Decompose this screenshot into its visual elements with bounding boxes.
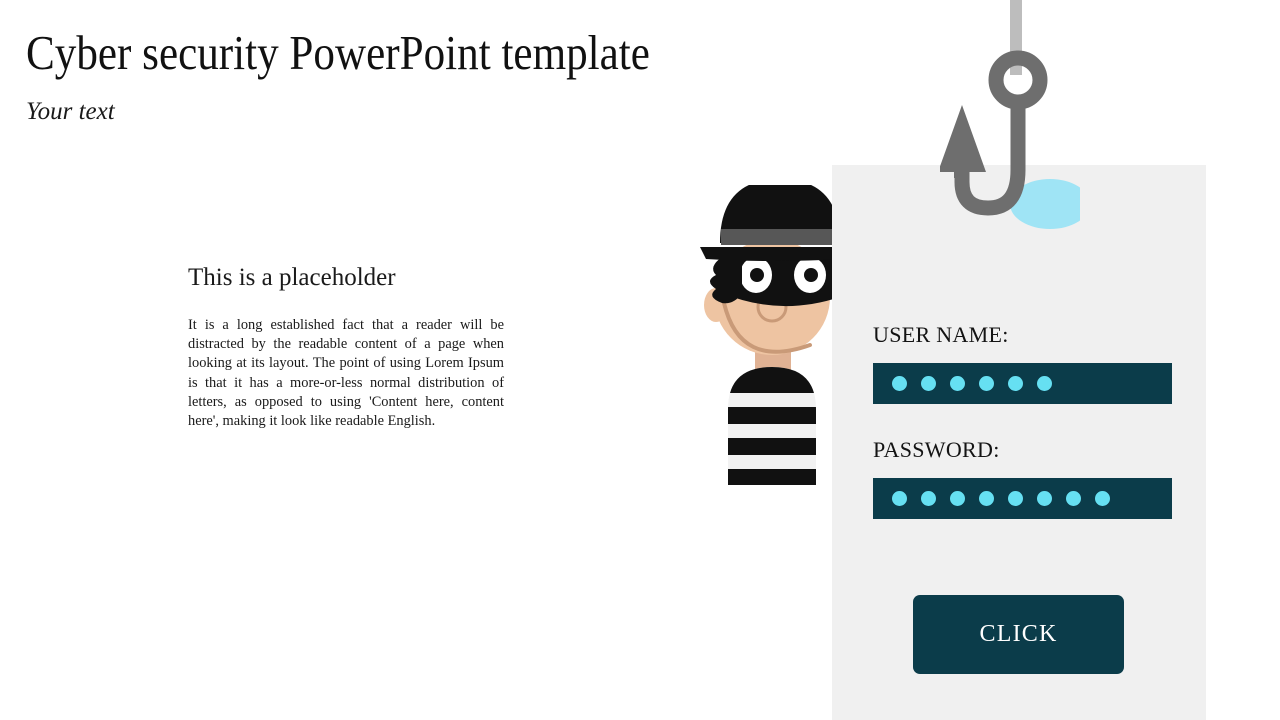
click-button[interactable]: CLICK: [913, 595, 1124, 674]
password-dot: [1008, 491, 1023, 506]
password-input[interactable]: [873, 478, 1172, 519]
password-dot: [921, 376, 936, 391]
password-dot: [950, 376, 965, 391]
password-dot: [1066, 491, 1081, 506]
slide-canvas: Cyber security PowerPoint template Your …: [0, 0, 1280, 720]
page-subtitle: Your text: [26, 98, 115, 125]
username-input[interactable]: [873, 363, 1172, 404]
login-panel: USER NAME: PASSWORD: CLICK: [832, 165, 1206, 720]
password-dot: [979, 491, 994, 506]
password-dot: [1037, 491, 1052, 506]
password-dot: [892, 491, 907, 506]
password-dot: [979, 376, 994, 391]
password-dot: [1037, 376, 1052, 391]
password-dot: [921, 491, 936, 506]
password-dot: [1008, 376, 1023, 391]
password-label: PASSWORD:: [873, 437, 1000, 462]
password-dot: [1095, 491, 1110, 506]
content-heading: This is a placeholder: [188, 264, 396, 291]
username-label: USER NAME:: [873, 322, 1009, 347]
thief-illustration: [700, 185, 845, 485]
content-paragraph: It is a long established fact that a rea…: [188, 317, 504, 430]
password-dot: [950, 491, 965, 506]
page-title: Cyber security PowerPoint template: [26, 25, 650, 80]
content-block: This is a placeholder It is a long estab…: [188, 262, 506, 431]
password-dot: [892, 376, 907, 391]
fishing-hook-icon: [940, 0, 1080, 230]
